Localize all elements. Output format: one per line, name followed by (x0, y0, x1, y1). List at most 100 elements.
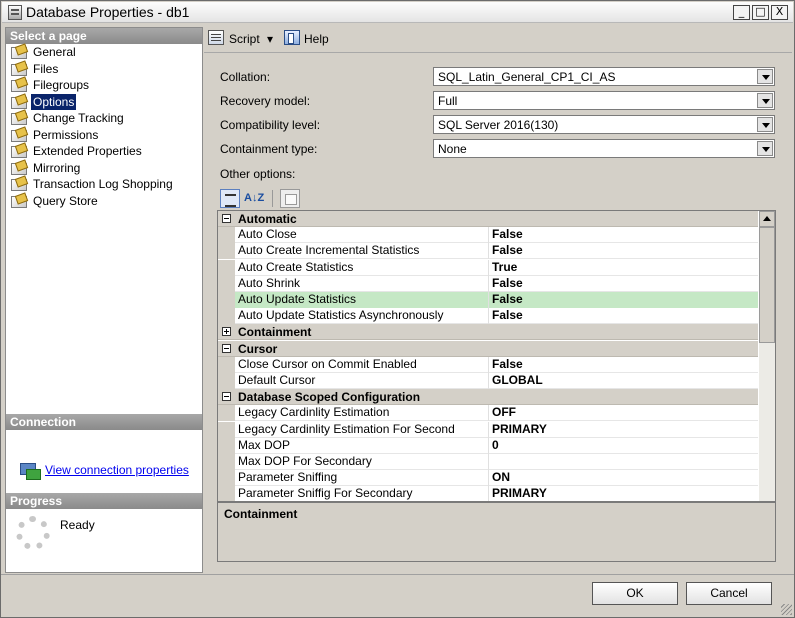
collapse-icon[interactable] (222, 343, 231, 353)
collation-dropdown[interactable]: SQL_Latin_General_CP1_CI_AS (433, 67, 775, 86)
sidebar-item-label: Extended Properties (33, 144, 142, 158)
chevron-down-icon[interactable] (757, 69, 773, 84)
property-value[interactable]: PRIMARY (489, 486, 758, 501)
collapse-icon[interactable] (222, 392, 231, 402)
containment-type-dropdown[interactable]: None (433, 139, 775, 158)
sidebar-item-label: Transaction Log Shopping (33, 177, 173, 191)
collation-label: Collation: (220, 70, 271, 84)
category-cursor[interactable]: Cursor (218, 340, 758, 357)
containment-type-value: None (438, 142, 467, 156)
page-icon (10, 144, 28, 158)
other-options-label: Other options: (220, 167, 296, 181)
property-value[interactable] (489, 454, 758, 470)
recovery-model-dropdown[interactable]: Full (433, 91, 775, 110)
minimize-button[interactable]: _ (733, 5, 750, 20)
collation-value: SQL_Latin_General_CP1_CI_AS (438, 70, 616, 84)
sidebar-item-label: Change Tracking (33, 111, 124, 125)
property-row[interactable]: Max DOP 0 (218, 437, 758, 454)
property-value[interactable]: 0 (489, 438, 758, 454)
property-row[interactable]: Legacy Cardinlity Estimation OFF (218, 405, 758, 422)
row-gutter (218, 259, 235, 276)
property-name: Legacy Cardinlity Estimation (235, 405, 489, 422)
chevron-down-icon[interactable] (757, 93, 773, 108)
row-gutter (218, 437, 235, 454)
property-value[interactable]: False (489, 243, 758, 259)
page-icon (10, 128, 28, 142)
property-name: Auto Shrink (235, 275, 489, 292)
script-icon[interactable] (208, 30, 224, 45)
grid-toolbar-divider (272, 190, 273, 207)
property-value[interactable]: GLOBAL (489, 373, 758, 389)
progress-header: Progress (6, 493, 202, 509)
property-value[interactable]: False (489, 308, 758, 324)
cancel-button[interactable]: Cancel (686, 582, 772, 605)
property-row[interactable]: Auto Update Statistics False (218, 292, 758, 308)
progress-status: Ready (60, 518, 95, 532)
vertical-scrollbar[interactable] (759, 211, 775, 501)
window-title: Database Properties - db1 (26, 4, 190, 20)
property-value[interactable]: False (489, 227, 758, 243)
property-row[interactable]: Auto Create Statistics True (218, 259, 758, 276)
property-value[interactable]: False (489, 276, 758, 292)
row-gutter (218, 227, 235, 244)
categorized-view-icon[interactable] (220, 189, 240, 208)
compatibility-level-dropdown[interactable]: SQL Server 2016(130) (433, 115, 775, 134)
property-name: Max DOP For Secondary (235, 454, 489, 470)
property-name: Auto Update Statistics Asynchronously (235, 308, 489, 325)
view-connection-properties-link[interactable]: View connection properties (45, 463, 189, 477)
toolbar: Script ▾ Help (204, 27, 792, 51)
connection-properties-icon[interactable] (20, 463, 41, 480)
chevron-down-icon[interactable] (757, 141, 773, 156)
property-pages-icon[interactable] (280, 189, 300, 208)
property-grid-toolbar: A↓Z (220, 188, 310, 210)
property-row[interactable]: Close Cursor on Commit Enabled False (218, 356, 758, 373)
script-dropdown-arrow[interactable]: ▾ (267, 30, 273, 48)
alphabetical-sort-icon[interactable]: A↓Z (244, 189, 264, 208)
property-row[interactable]: Max DOP For Secondary (218, 454, 758, 470)
category-automatic[interactable]: Automatic (218, 211, 758, 227)
property-value[interactable]: OFF (489, 405, 758, 421)
help-button[interactable]: Help (304, 30, 329, 48)
connection-header: Connection (6, 414, 202, 430)
scroll-up-icon[interactable] (759, 211, 775, 227)
property-row[interactable]: Default Cursor GLOBAL (218, 373, 758, 389)
chevron-down-icon[interactable] (757, 117, 773, 132)
property-value[interactable]: ON (489, 470, 758, 486)
close-button[interactable]: X (771, 5, 788, 20)
sidebar-item-label: General (33, 45, 76, 59)
maximize-button[interactable]: □ (752, 5, 769, 20)
category-label: Database Scoped Configuration (238, 390, 421, 405)
property-name: Auto Create Statistics (235, 259, 489, 276)
ok-button[interactable]: OK (592, 582, 678, 605)
footer-divider (1, 574, 794, 575)
category-database-scoped-configuration[interactable]: Database Scoped Configuration (218, 389, 758, 406)
category-label: Automatic (238, 212, 297, 226)
property-name: Close Cursor on Commit Enabled (235, 356, 489, 373)
property-value[interactable]: False (489, 357, 758, 373)
property-row[interactable]: Auto Shrink False (218, 275, 758, 292)
property-row[interactable]: Auto Close False (218, 227, 758, 244)
category-containment[interactable]: Containment (218, 324, 758, 341)
page-icon (10, 111, 28, 125)
expand-icon[interactable] (222, 327, 231, 337)
page-icon (10, 95, 28, 109)
collapse-icon[interactable] (222, 214, 231, 223)
script-button[interactable]: Script (229, 30, 260, 48)
containment-type-label: Containment type: (220, 142, 318, 156)
title-bar[interactable]: Database Properties - db1 _ □ X (2, 2, 793, 23)
property-row[interactable]: Auto Create Incremental Statistics False (218, 243, 758, 260)
scrollbar-thumb[interactable] (759, 227, 775, 343)
property-name: Max DOP (235, 437, 489, 454)
property-name: Parameter Sniffig For Secondary (235, 486, 489, 501)
property-row[interactable]: Auto Update Statistics Asynchronously Fal… (218, 308, 758, 325)
property-value[interactable]: PRIMARY (489, 422, 758, 438)
property-row[interactable]: Parameter Sniffig For Secondary PRIMARY (218, 486, 758, 501)
help-icon[interactable] (284, 30, 300, 45)
property-value[interactable]: False (489, 292, 758, 308)
resize-grip-icon[interactable] (781, 604, 792, 615)
progress-spinner-icon (16, 516, 50, 550)
category-label: Containment (238, 325, 312, 340)
property-value[interactable]: True (489, 260, 758, 276)
property-row[interactable]: Legacy Cardinlity Estimation For Second P… (218, 421, 758, 438)
property-row[interactable]: Parameter Sniffing ON (218, 470, 758, 487)
